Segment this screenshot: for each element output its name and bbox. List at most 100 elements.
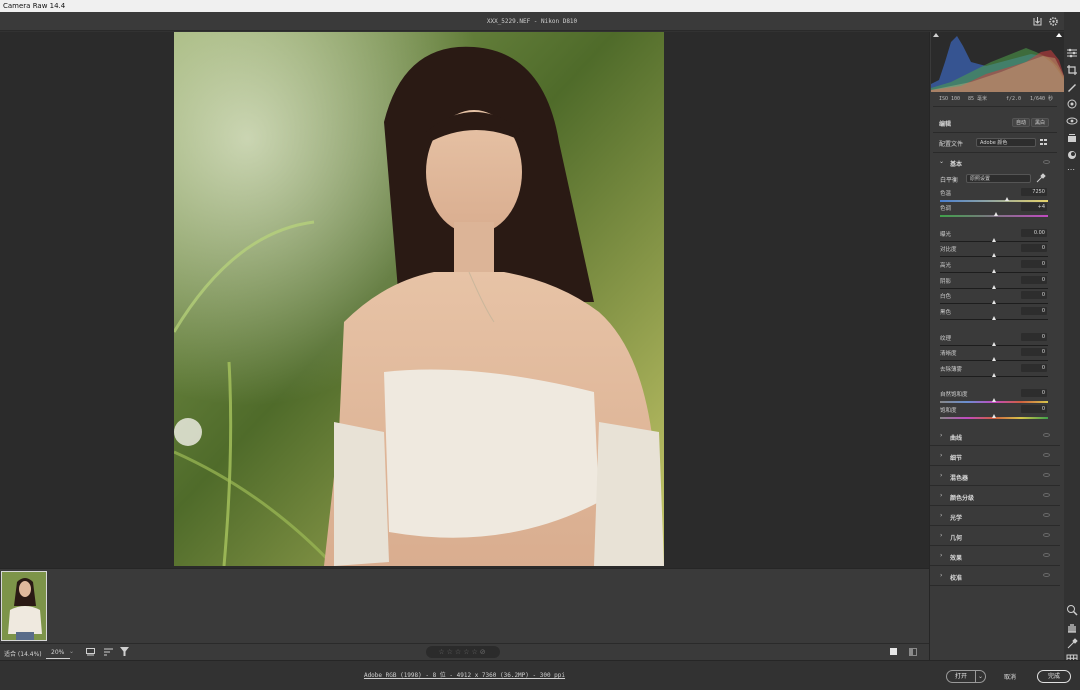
slider-handle[interactable] bbox=[992, 285, 996, 289]
chevron-right-icon[interactable]: › bbox=[940, 452, 942, 459]
slider-value-field[interactable]: 0 bbox=[1021, 364, 1047, 372]
slider-value-field[interactable]: 7250 bbox=[1021, 188, 1047, 196]
profile-browser-icon[interactable] bbox=[1040, 138, 1048, 146]
panel-section[interactable]: › 效果 bbox=[930, 547, 1060, 566]
visibility-eye-icon[interactable] bbox=[1043, 573, 1050, 578]
slider-value-field[interactable]: 0 bbox=[1021, 405, 1047, 413]
chevron-right-icon[interactable]: › bbox=[940, 492, 942, 499]
fit-zoom-label[interactable]: 适合 (14.4%) bbox=[4, 649, 42, 658]
slider-handle[interactable] bbox=[992, 316, 996, 320]
edit-sliders-icon[interactable] bbox=[1066, 47, 1078, 59]
compare-view-icon[interactable] bbox=[890, 648, 897, 655]
slider-handle[interactable] bbox=[1004, 197, 1009, 201]
visibility-eye-icon[interactable] bbox=[1043, 473, 1050, 478]
visibility-eye-icon[interactable] bbox=[1043, 533, 1050, 538]
workflow-options-link[interactable]: Adobe RGB (1998) - 8 位 - 4912 x 7360 (36… bbox=[0, 661, 929, 690]
filter-icon[interactable] bbox=[120, 647, 129, 656]
auto-button[interactable]: 自动 bbox=[1012, 118, 1031, 127]
open-button[interactable]: 打开 ⌄ bbox=[946, 670, 986, 683]
more-options-icon[interactable]: ⋯ bbox=[1067, 165, 1075, 174]
panel-section[interactable]: › 混色器 bbox=[930, 467, 1060, 486]
sort-icon[interactable] bbox=[104, 648, 113, 656]
section-title[interactable]: 光学 bbox=[950, 513, 962, 522]
filmstrip-thumbnail[interactable] bbox=[1, 571, 47, 641]
star-rating[interactable]: ☆☆☆☆☆⊘ bbox=[426, 646, 500, 658]
chevron-right-icon[interactable]: › bbox=[940, 552, 942, 559]
slider-handle[interactable] bbox=[992, 373, 996, 377]
visibility-eye-icon[interactable] bbox=[1043, 513, 1050, 518]
chevron-right-icon[interactable]: › bbox=[940, 572, 942, 579]
slider-handle[interactable] bbox=[992, 253, 996, 257]
section-title[interactable]: 混色器 bbox=[950, 473, 968, 482]
sampler-tool-icon[interactable] bbox=[1066, 638, 1078, 650]
slider-handle[interactable] bbox=[992, 414, 996, 418]
slider-handle[interactable] bbox=[992, 238, 996, 242]
healing-brush-icon[interactable] bbox=[1066, 81, 1078, 93]
slider-value-field[interactable]: +4 bbox=[1021, 203, 1047, 211]
visibility-eye-icon[interactable] bbox=[1043, 493, 1050, 498]
chevron-right-icon[interactable]: › bbox=[940, 432, 942, 439]
panel-section[interactable]: › 光学 bbox=[930, 507, 1060, 526]
profile-select[interactable]: Adobe 颜色 bbox=[976, 138, 1036, 147]
slider-value-field[interactable]: 0 bbox=[1021, 348, 1047, 356]
panel-section[interactable]: › 曲线 bbox=[930, 427, 1060, 446]
section-title[interactable]: 颜色分级 bbox=[950, 493, 974, 502]
zoom-chevron-down-icon[interactable]: ⌄ bbox=[69, 648, 74, 655]
slider-value-field[interactable]: 0 bbox=[1021, 333, 1047, 341]
basic-visibility-eye-icon[interactable] bbox=[1043, 160, 1050, 164]
section-title[interactable]: 曲线 bbox=[950, 433, 962, 442]
save-icon[interactable] bbox=[1031, 15, 1044, 28]
done-button[interactable]: 完成 bbox=[1037, 670, 1071, 683]
before-after-icon[interactable] bbox=[909, 648, 917, 656]
white-balance-select[interactable]: 原照设置 bbox=[966, 174, 1031, 183]
slider-value-field[interactable]: 0 bbox=[1021, 389, 1047, 397]
visibility-eye-icon[interactable] bbox=[1043, 553, 1050, 558]
image-stage[interactable] bbox=[0, 32, 929, 568]
highlight-clipping-icon[interactable] bbox=[1056, 33, 1062, 37]
zoom-tool-icon[interactable] bbox=[1066, 604, 1078, 616]
visibility-eye-icon[interactable] bbox=[1043, 453, 1050, 458]
gear-icon[interactable] bbox=[1047, 15, 1060, 28]
chevron-right-icon[interactable]: › bbox=[940, 512, 942, 519]
slider-handle[interactable] bbox=[992, 398, 996, 402]
presets-icon[interactable] bbox=[1066, 149, 1078, 161]
hand-tool-icon[interactable] bbox=[1066, 621, 1078, 633]
panel-section[interactable]: › 几何 bbox=[930, 527, 1060, 546]
basic-section-title[interactable]: 基本 bbox=[950, 159, 962, 168]
filmstrip-toggle-icon[interactable] bbox=[86, 648, 95, 656]
chevron-right-icon[interactable]: › bbox=[940, 532, 942, 539]
section-title[interactable]: 几何 bbox=[950, 533, 962, 542]
slider-label: 黑色 bbox=[940, 310, 952, 316]
slider-value-field[interactable]: 0 bbox=[1021, 291, 1047, 299]
slider-handle[interactable] bbox=[994, 212, 999, 216]
snapshots-icon[interactable] bbox=[1066, 132, 1078, 144]
section-title[interactable]: 校准 bbox=[950, 573, 962, 582]
section-title[interactable]: 效果 bbox=[950, 553, 962, 562]
basic-expand-chevron-icon[interactable]: ⌄ bbox=[939, 158, 944, 165]
masking-icon[interactable] bbox=[1066, 98, 1078, 110]
chevron-right-icon[interactable]: › bbox=[940, 472, 942, 479]
shadow-clipping-icon[interactable] bbox=[933, 33, 939, 37]
red-eye-icon[interactable] bbox=[1066, 115, 1078, 127]
panel-section[interactable]: › 细节 bbox=[930, 447, 1060, 466]
crop-icon[interactable] bbox=[1066, 64, 1078, 76]
slider-handle[interactable] bbox=[992, 269, 996, 273]
zoom-value[interactable]: 20% bbox=[51, 649, 64, 656]
section-title[interactable]: 细节 bbox=[950, 453, 962, 462]
slider-handle[interactable] bbox=[992, 342, 996, 346]
slider-value-field[interactable]: 0.00 bbox=[1021, 229, 1047, 237]
slider-value-field[interactable]: 0 bbox=[1021, 244, 1047, 252]
panel-section[interactable]: › 校准 bbox=[930, 567, 1060, 586]
eyedropper-icon[interactable] bbox=[1036, 173, 1046, 183]
slider-track[interactable] bbox=[940, 200, 1048, 202]
slider-handle[interactable] bbox=[992, 300, 996, 304]
panel-section[interactable]: › 颜色分级 bbox=[930, 487, 1060, 506]
visibility-eye-icon[interactable] bbox=[1043, 433, 1050, 438]
black-white-button[interactable]: 黑白 bbox=[1031, 118, 1050, 127]
slider-value-field[interactable]: 0 bbox=[1021, 276, 1047, 284]
cancel-button[interactable]: 取消 bbox=[1004, 672, 1016, 681]
open-options-chevron-icon[interactable]: ⌄ bbox=[975, 671, 983, 682]
slider-value-field[interactable]: 0 bbox=[1021, 260, 1047, 268]
slider-handle[interactable] bbox=[992, 357, 996, 361]
slider-value-field[interactable]: 0 bbox=[1021, 307, 1047, 315]
